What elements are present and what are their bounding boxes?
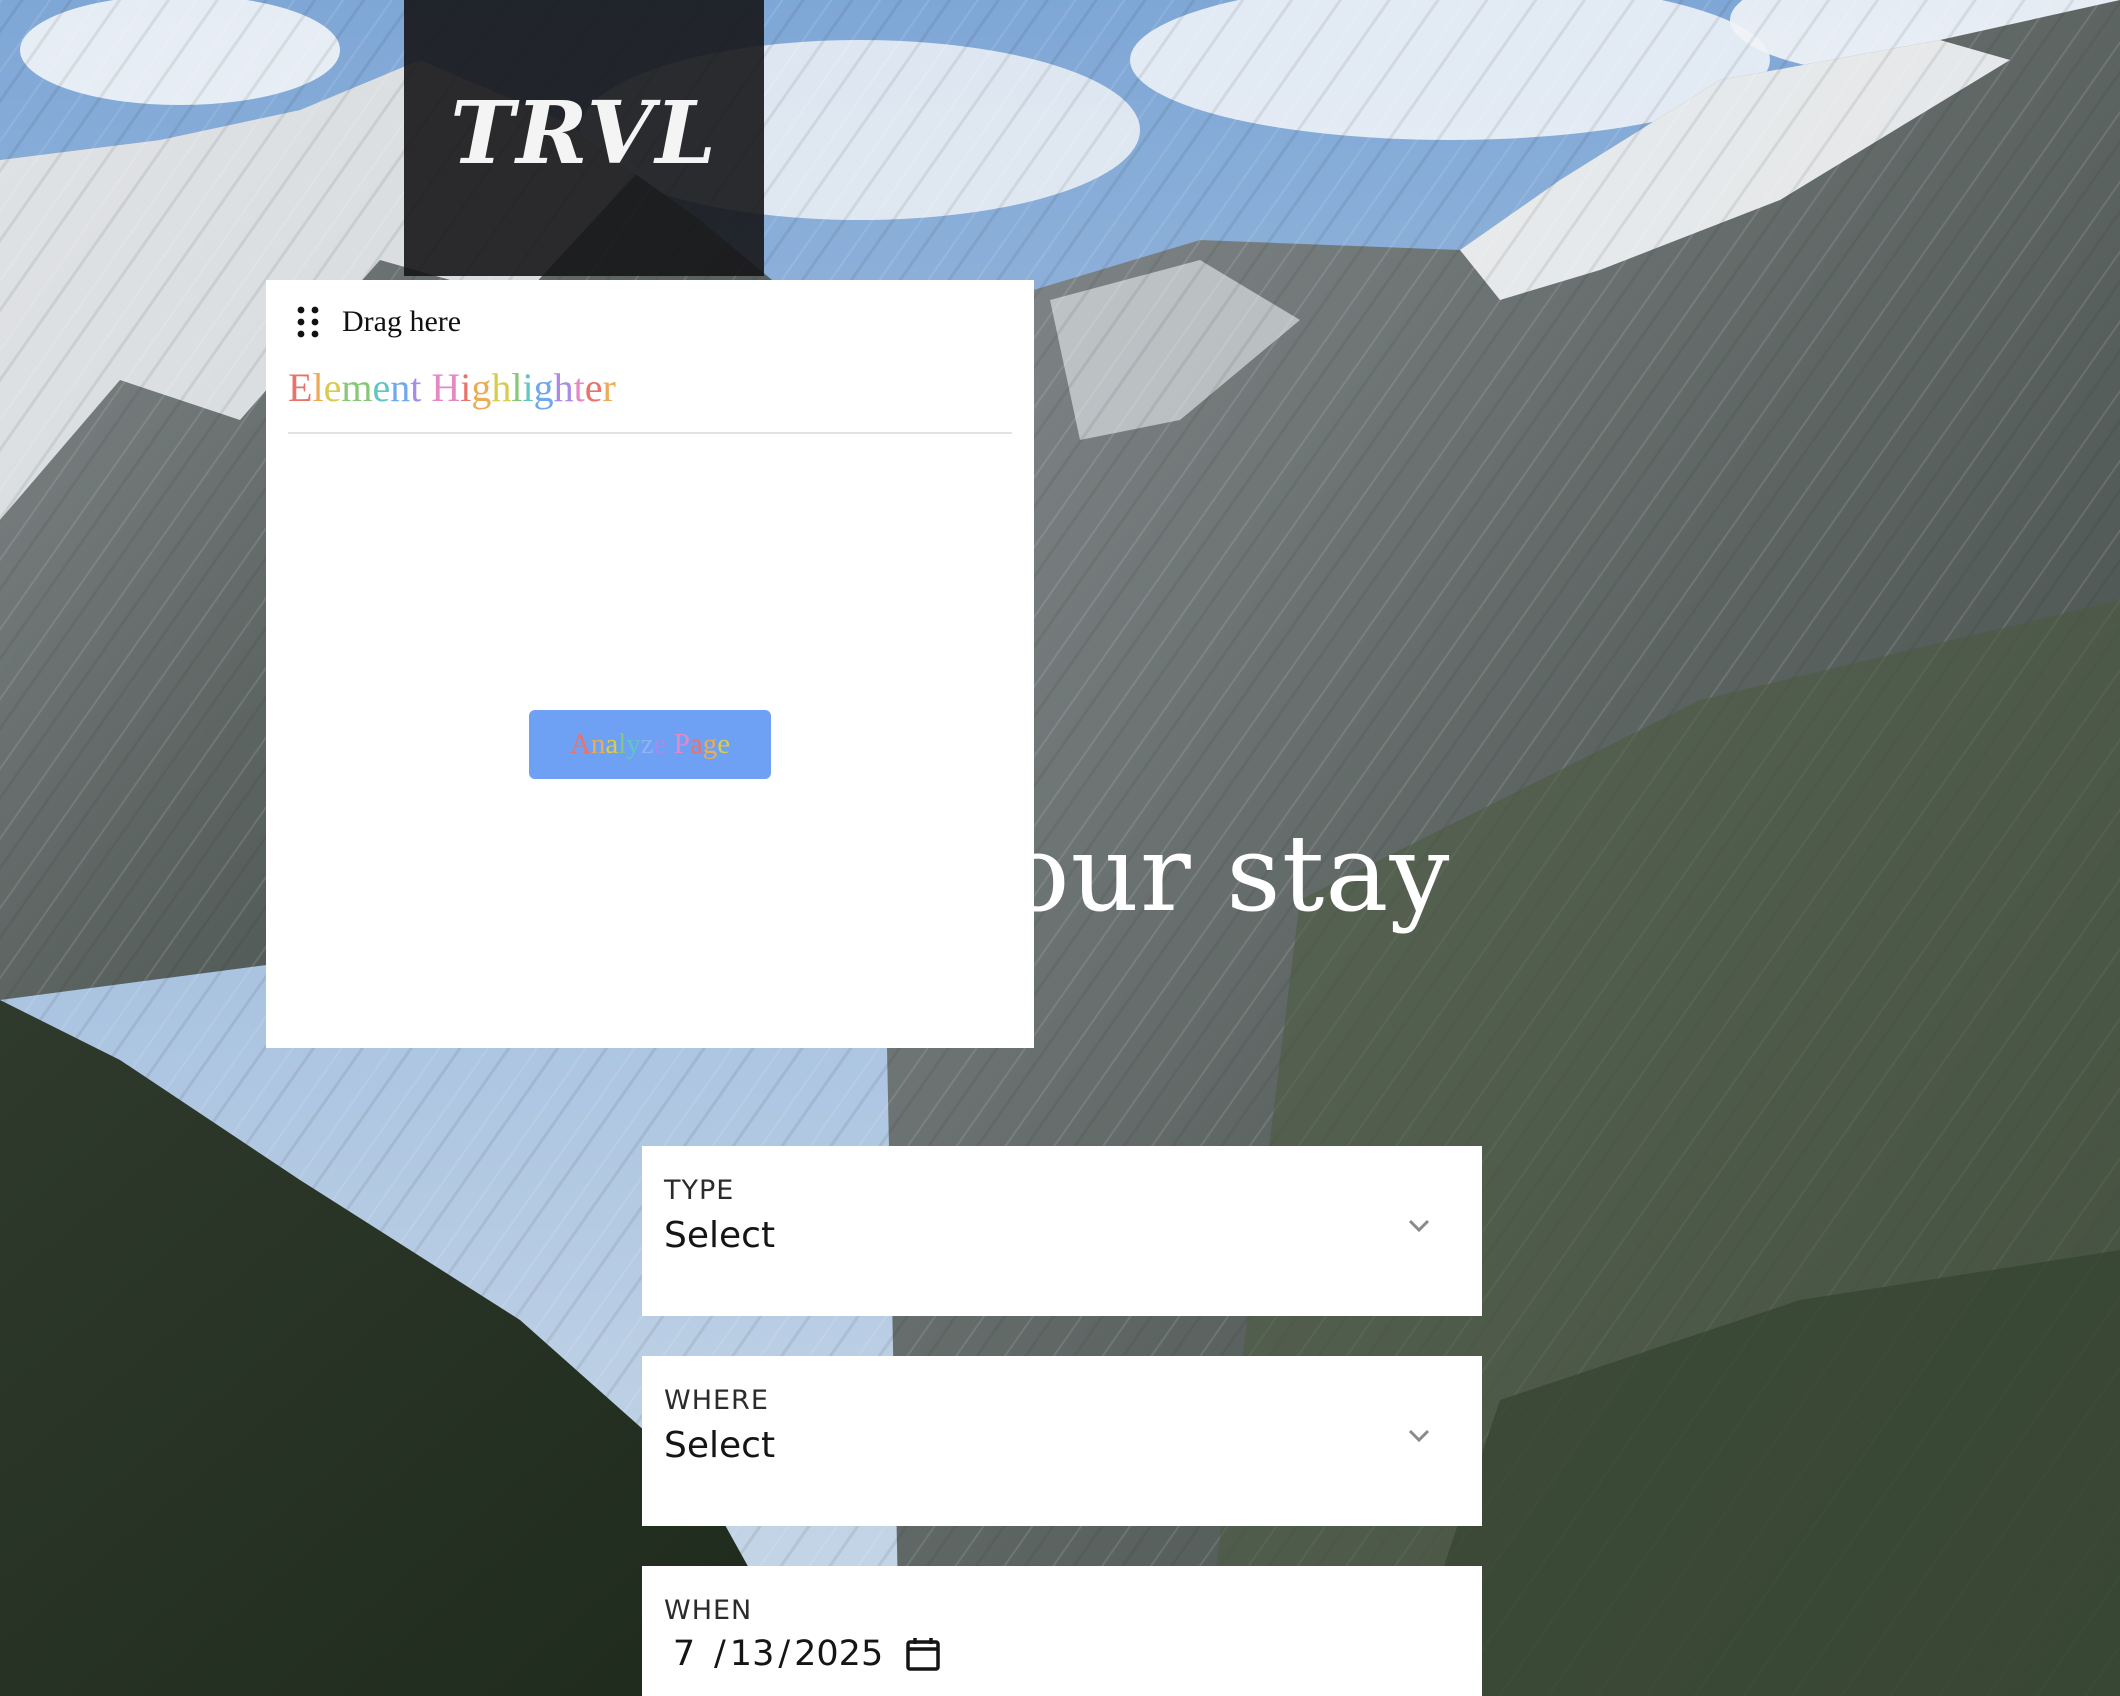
element-highlighter-panel: Drag here Element Highlighter Analyze Pa… — [266, 280, 1034, 1048]
divider — [288, 432, 1012, 434]
date-separator: / — [714, 1634, 726, 1674]
analyze-page-button[interactable]: Analyze Page — [529, 710, 771, 779]
highlighter-title: Element Highlighter — [288, 365, 616, 410]
when-label: WHEN — [664, 1595, 753, 1626]
drag-handle[interactable]: Drag here — [294, 304, 461, 340]
when-date-field[interactable]: WHEN 7 / 13 / 2025 — [642, 1566, 1482, 1696]
date-year[interactable]: 2025 — [794, 1634, 883, 1674]
where-select[interactable]: WHERE Select — [642, 1356, 1482, 1526]
logo-text: TRVL — [450, 82, 718, 184]
date-day[interactable]: 13 — [730, 1634, 775, 1674]
type-label: TYPE — [664, 1175, 735, 1206]
page: TRVL Plan your stay TYPE Select WHERE Se… — [0, 0, 2120, 1696]
drag-label: Drag here — [342, 305, 462, 338]
date-input[interactable]: 7 / 13 / 2025 — [664, 1634, 1460, 1674]
where-label: WHERE — [664, 1385, 769, 1416]
type-value: Select — [664, 1215, 776, 1256]
chevron-down-icon — [1408, 1429, 1430, 1443]
chevron-down-icon — [1408, 1219, 1430, 1233]
calendar-icon[interactable] — [905, 1636, 941, 1672]
where-value: Select — [664, 1425, 776, 1466]
date-month[interactable]: 7 — [664, 1634, 704, 1674]
analyze-page-label: Analyze Page — [569, 728, 731, 760]
drag-handle-icon — [297, 306, 319, 338]
type-select[interactable]: TYPE Select — [642, 1146, 1482, 1316]
logo-box[interactable]: TRVL — [404, 0, 764, 276]
date-separator: / — [778, 1634, 791, 1674]
